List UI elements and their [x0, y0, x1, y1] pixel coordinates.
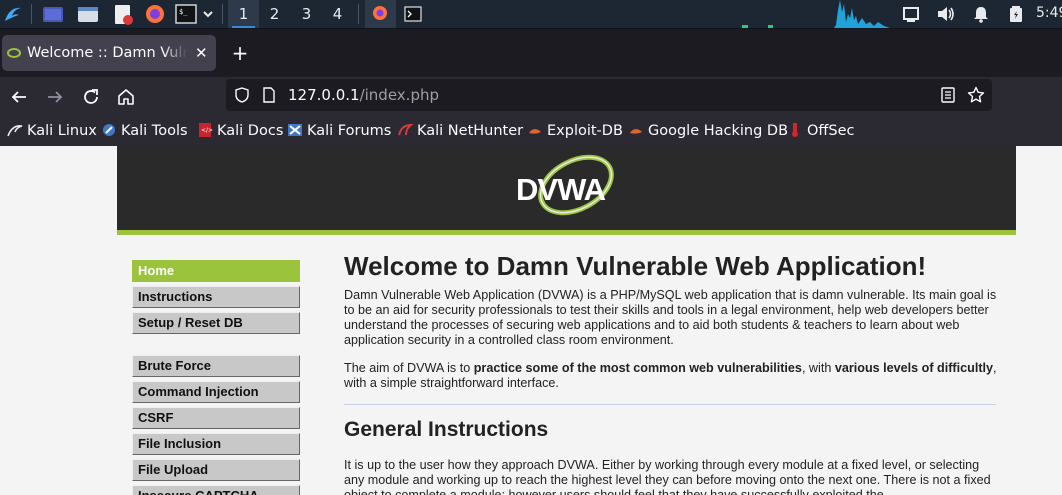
back-icon[interactable] — [6, 84, 32, 110]
clock[interactable]: 5:49 — [1036, 0, 1062, 26]
chevron-down-icon[interactable] — [201, 3, 215, 25]
dvwa-logo[interactable]: DVWA — [512, 154, 622, 220]
general-instructions-paragraph: It is up to the user how they approach D… — [344, 458, 991, 495]
bookmark-kali-docs[interactable]: </> Kali Docs — [197, 116, 283, 146]
tab-title: Welcome :: Damn Vulnerable Web Applicati… — [27, 45, 187, 61]
bookmark-kali-tools[interactable]: Kali Tools — [101, 116, 188, 146]
svg-text:$_: $_ — [179, 8, 188, 16]
taskbar-separator — [222, 4, 223, 24]
menu-item-file-upload[interactable]: File Upload — [132, 459, 300, 481]
browser-tab[interactable]: Welcome :: Damn Vulnerable Web Applicati… — [2, 35, 216, 71]
dvwa-favicon-icon — [7, 48, 21, 58]
menu-item-insecure-captcha[interactable]: Insecure CAPTCHA — [132, 485, 300, 495]
workspace-4[interactable]: 4 — [322, 0, 353, 28]
text-editor-icon[interactable] — [112, 3, 134, 25]
logo-text: DVWA — [516, 172, 606, 207]
aim-emphasis-1: practice some of the most common web vul… — [473, 361, 802, 375]
aim-middle: , with — [801, 361, 835, 375]
kali-forums-icon — [287, 119, 303, 136]
terminal-window-icon[interactable] — [402, 3, 424, 25]
bookmark-kali-linux[interactable]: Kali Linux — [7, 116, 97, 146]
aim-paragraph: The aim of DVWA is to practice some of t… — [344, 361, 998, 391]
show-desktop-icon[interactable] — [42, 3, 64, 25]
page-icon[interactable] — [262, 87, 276, 103]
workspace-3[interactable]: 3 — [291, 0, 322, 28]
offsec-icon — [787, 119, 803, 137]
menu-item-csrf[interactable]: CSRF — [132, 407, 300, 429]
display-icon[interactable] — [901, 4, 921, 24]
menu-item-instructions[interactable]: Instructions — [132, 286, 300, 308]
url-text[interactable]: 127.0.0.1/index.php — [288, 79, 439, 111]
dvwa-main-body: Welcome to Damn Vulnerable Web Applicati… — [344, 244, 998, 495]
home-icon[interactable] — [113, 84, 139, 110]
bookmarks-toolbar: Kali Linux Kali Tools </> Kali Docs Kali … — [0, 116, 1062, 146]
bookmark-label: Exploit-DB — [547, 123, 623, 139]
bookmark-label: Kali NetHunter — [417, 123, 524, 139]
browser-navbar: 127.0.0.1/index.php — [0, 77, 1062, 116]
divider-wrap — [344, 391, 998, 419]
nethunter-icon — [397, 119, 414, 136]
bookmark-label: Kali Docs — [217, 123, 284, 139]
menu-item-file-inclusion[interactable]: File Inclusion — [132, 433, 300, 455]
reader-mode-icon[interactable] — [940, 87, 956, 103]
new-tab-button[interactable]: + — [229, 35, 251, 71]
exploit-db-icon — [527, 119, 543, 135]
bookmark-exploit-db[interactable]: Exploit-DB — [527, 116, 623, 146]
forward-icon[interactable] — [42, 84, 68, 110]
intro-paragraph: Damn Vulnerable Web Application (DVWA) i… — [344, 288, 997, 347]
menu-item-brute-force[interactable]: Brute Force — [132, 355, 300, 377]
svg-text:</>: </> — [201, 127, 213, 134]
menu-item-setup-reset-db[interactable]: Setup / Reset DB — [132, 312, 300, 334]
os-taskbar: $_ 1 2 3 4 5:49 — [0, 0, 1062, 29]
cpu-graph — [738, 0, 890, 28]
notification-bell-icon[interactable] — [971, 4, 991, 24]
bookmark-label: OffSec — [807, 123, 855, 139]
bookmark-label: Kali Forums — [307, 123, 392, 139]
menu-item-home[interactable]: Home — [132, 260, 300, 282]
reload-icon[interactable] — [78, 84, 104, 110]
battery-icon[interactable] — [1006, 4, 1026, 24]
url-host: 127.0.0.1 — [288, 86, 360, 104]
close-tab-icon[interactable]: ✕ — [195, 35, 208, 71]
page-gutter-left — [0, 146, 117, 495]
browser-tab-strip: Welcome :: Damn Vulnerable Web Applicati… — [0, 29, 1062, 77]
bookmark-kali-nethunter[interactable]: Kali NetHunter — [397, 116, 523, 146]
ghdb-icon — [628, 119, 644, 135]
dvwa-container: DVWA Home Instructions Setup / Reset DB … — [117, 146, 1016, 495]
aim-prefix: The aim of DVWA is to — [344, 361, 474, 375]
bookmark-kali-forums[interactable]: Kali Forums — [287, 116, 391, 146]
dvwa-header: DVWA — [117, 146, 1016, 235]
page-gutter-right — [1016, 146, 1062, 495]
kali-docs-icon: </> — [197, 119, 213, 137]
aim-emphasis-2: various levels of difficultly — [834, 361, 994, 375]
divider — [344, 404, 996, 405]
bookmark-label: Kali Tools — [121, 123, 188, 139]
url-bar[interactable]: 127.0.0.1/index.php — [226, 79, 992, 111]
bookmark-google-hacking-db[interactable]: Google Hacking DB — [628, 116, 788, 146]
kali-menu-icon[interactable] — [2, 3, 24, 25]
bookmark-offsec[interactable]: OffSec — [787, 116, 855, 146]
firefox-launcher-icon[interactable] — [144, 3, 166, 25]
bookmark-star-icon[interactable] — [967, 86, 985, 104]
page-title: Welcome to Damn Vulnerable Web Applicati… — [344, 251, 927, 281]
workspace-1[interactable]: 1 — [228, 0, 259, 28]
general-instructions-heading: General Instructions — [344, 418, 549, 441]
volume-icon[interactable] — [936, 4, 956, 24]
terminal-launcher-icon[interactable]: $_ — [175, 3, 197, 25]
shield-icon[interactable] — [234, 87, 250, 103]
taskbar-separator — [31, 4, 32, 24]
firefox-window-button[interactable] — [365, 0, 396, 28]
bookmark-label: Kali Linux — [27, 123, 97, 139]
menu-item-command-injection[interactable]: Command Injection — [132, 381, 300, 403]
file-manager-icon[interactable] — [77, 3, 99, 25]
kali-tools-icon — [101, 119, 117, 136]
taskbar-separator — [358, 4, 359, 24]
page-viewport: DVWA Home Instructions Setup / Reset DB … — [0, 146, 1062, 495]
workspace-2[interactable]: 2 — [259, 0, 290, 28]
bookmark-label: Google Hacking DB — [648, 123, 789, 139]
kali-dragon-icon — [7, 119, 23, 137]
url-path: /index.php — [359, 86, 439, 104]
